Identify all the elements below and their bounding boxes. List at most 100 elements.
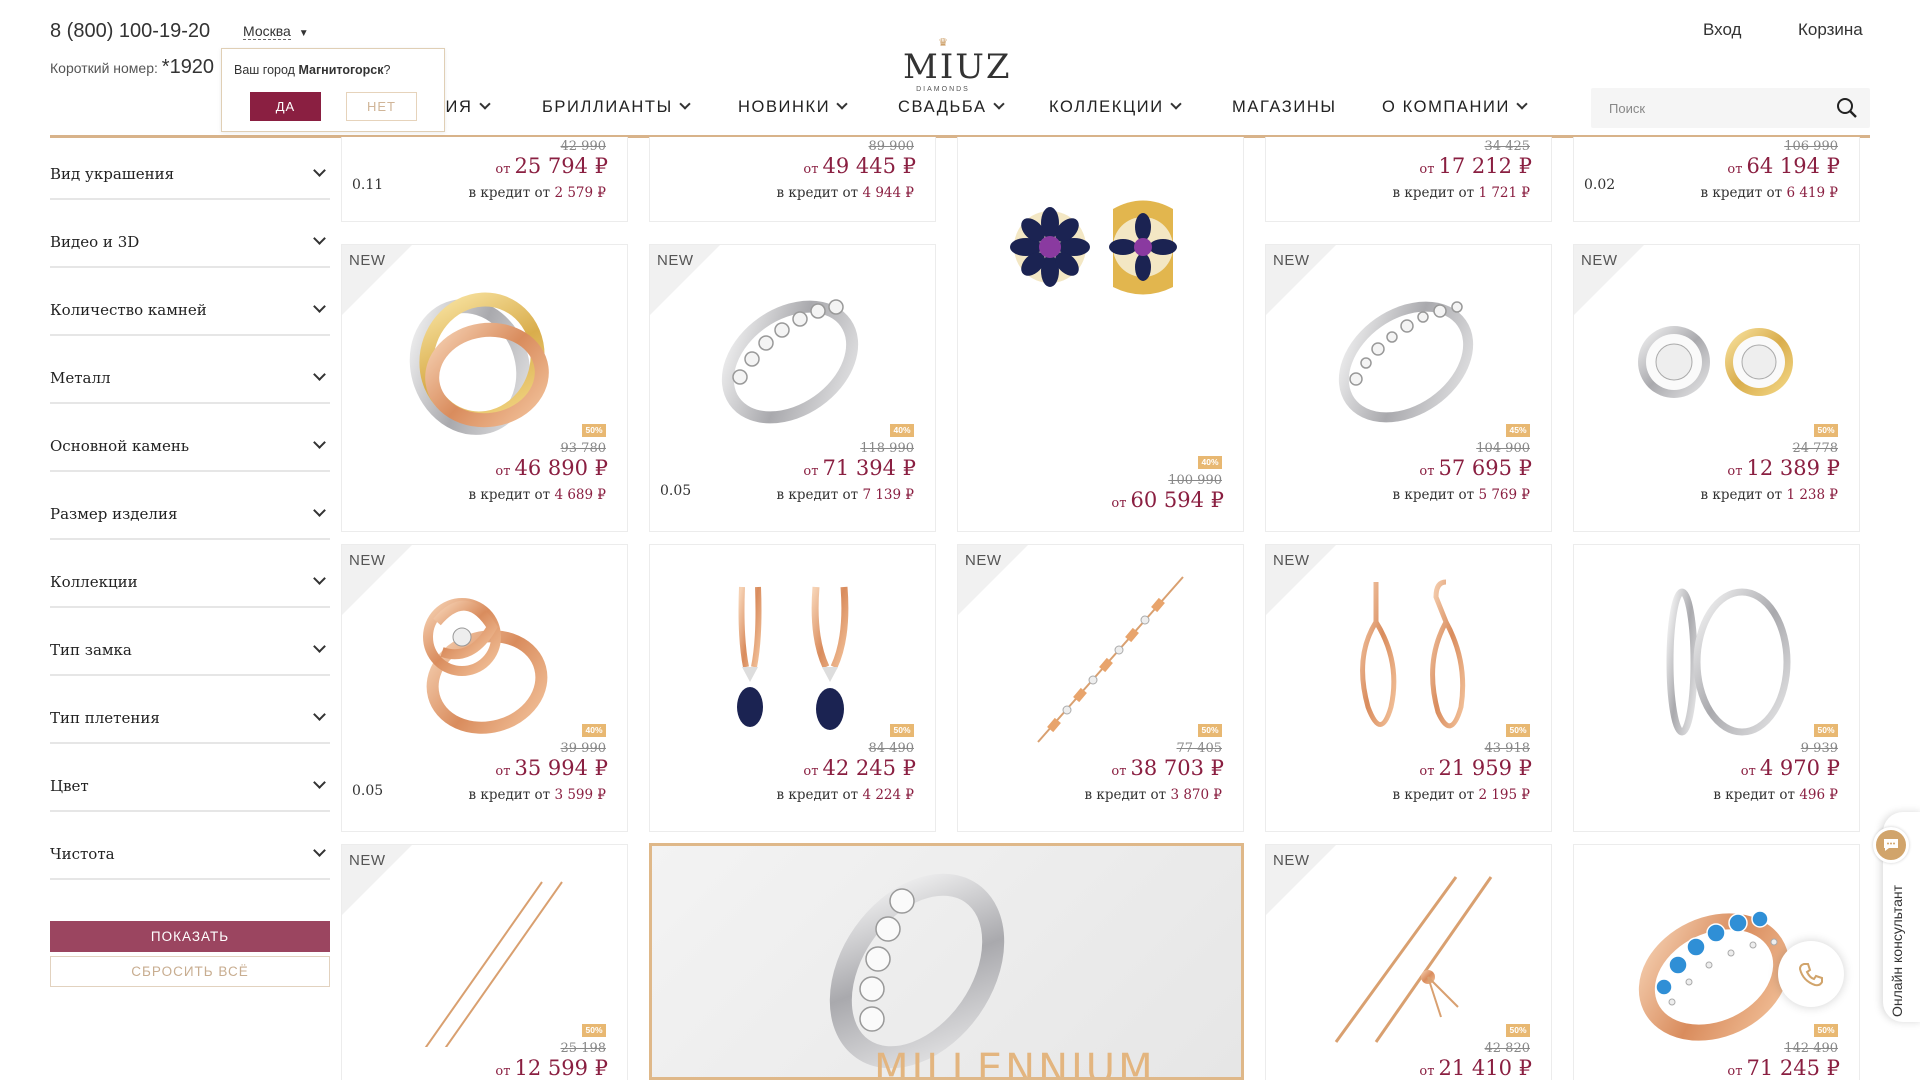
caret-down-icon[interactable]: ▼ (299, 28, 309, 39)
logo-text: MIUZ (903, 47, 1012, 87)
price-from: от (495, 162, 511, 177)
filter-video-3d[interactable]: Видео и 3D (50, 208, 330, 268)
product-card[interactable]: 106 990 от 64 194 ₽ 0.02 в кредит от 6 41… (1573, 137, 1860, 222)
currency: ₽ (1210, 756, 1224, 780)
search-icon[interactable] (1836, 97, 1858, 119)
chevron-down-icon (313, 164, 326, 177)
product-card[interactable]: NEW 45% 104 900 от 57 695 ₽ в кредит от 5… (1265, 244, 1552, 532)
currency: ₽ (902, 756, 916, 780)
millennium-banner[interactable]: MILLENNIUM (649, 843, 1244, 1080)
price-value: 64 194 (1746, 154, 1820, 178)
product-card[interactable]: NEW 50% 24 778 от 12 389 ₽ в кредит от 1 … (1573, 244, 1860, 532)
price-value: 49 445 (822, 154, 896, 178)
credit-label: в кредит от (468, 185, 551, 201)
price-from: от (1419, 1064, 1435, 1079)
old-price: 118 990 (860, 441, 914, 456)
product-card[interactable]: NEW 50% 42 820 от 21 410 ₽ (1265, 844, 1552, 1080)
filter-jewelry-type[interactable]: Вид украшения (50, 140, 330, 200)
city-name[interactable]: Москва (243, 23, 291, 40)
currency: ₽ (1826, 456, 1840, 480)
city-no-button[interactable]: НЕТ (346, 92, 417, 121)
filter-label: Основной камень (50, 437, 189, 455)
price-value: 12 599 (514, 1056, 588, 1080)
price-value: 71 245 (1746, 1056, 1820, 1080)
chevron-down-icon (836, 98, 848, 110)
product-card[interactable]: 34 425 от 17 212 ₽ в кредит от 1 721 ₽ (1265, 137, 1552, 222)
filter-collections[interactable]: Коллекции (50, 548, 330, 608)
currency: ₽ (1829, 787, 1838, 803)
carat-weight: 0.02 (1584, 177, 1616, 193)
nav-label: НОВИНКИ (738, 98, 831, 116)
currency: ₽ (597, 487, 606, 503)
nav-item-collections[interactable]: КОЛЛЕКЦИИ (1049, 98, 1182, 117)
filter-stone-count[interactable]: Количество камней (50, 276, 330, 336)
price: от 60 594 ₽ (1111, 488, 1224, 512)
nav-item-stores[interactable]: МАГАЗИНЫ (1232, 98, 1337, 117)
show-button[interactable]: ПОКАЗАТЬ (50, 921, 330, 952)
discount-badge: 50% (1506, 724, 1530, 737)
credit-value: 1 721 (1478, 185, 1518, 201)
credit-price: в кредит от 4 689 ₽ (469, 487, 606, 503)
product-image-twisted-drop-earrings (1360, 579, 1466, 729)
old-price: 24 778 (1792, 441, 1839, 456)
credit-label: в кредит от (1392, 185, 1475, 201)
search-input[interactable] (1591, 88, 1811, 128)
cart-link[interactable]: Корзина (1798, 20, 1863, 40)
price-from: от (495, 1064, 511, 1079)
price-from: от (1419, 162, 1435, 177)
currency: ₽ (905, 487, 914, 503)
product-card[interactable]: 89 900 от 49 445 ₽ в кредит от 4 944 ₽ (649, 137, 936, 222)
credit-label: в кредит от (468, 787, 551, 803)
filter-metal[interactable]: Металл (50, 344, 330, 404)
chevron-down-icon (992, 98, 1005, 110)
nav-item-about[interactable]: О КОМПАНИИ (1382, 98, 1528, 117)
product-card[interactable]: NEW 50% 43 918 от 21 959 ₽ в кредит от 2 … (1265, 544, 1552, 832)
filter-color[interactable]: Цвет (50, 752, 330, 812)
login-link[interactable]: Вход (1703, 20, 1741, 40)
callback-button[interactable] (1778, 941, 1844, 1007)
chevron-down-icon (679, 98, 691, 110)
phone-number[interactable]: 8 (800) 100-19-20 (50, 20, 210, 43)
nav-item-new[interactable]: НОВИНКИ (738, 98, 848, 117)
filter-size[interactable]: Размер изделия (50, 480, 330, 540)
product-card[interactable]: NEW 50% 77 405 от 38 703 ₽ в кредит от 3 … (957, 544, 1244, 832)
nav-item-diamonds[interactable]: БРИЛЛИАНТЫ (542, 98, 691, 117)
filter-weave-type[interactable]: Тип плетения (50, 684, 330, 744)
chat-icon[interactable] (1873, 827, 1909, 863)
credit-value: 4 224 (862, 787, 902, 803)
product-card[interactable]: 42 990 от 25 794 ₽ 0.11 в кредит от 2 579… (341, 137, 628, 222)
price-from: от (1419, 764, 1435, 779)
currency: ₽ (905, 185, 914, 201)
product-card[interactable]: NEW 40% 118 990 от 71 394 ₽ 0.05 в кредит… (649, 244, 936, 532)
credit-value: 7 139 (862, 487, 902, 503)
product-card[interactable]: NEW 50% 93 780 от 46 890 ₽ в кредит от 4 … (341, 244, 628, 532)
currency: ₽ (1829, 487, 1838, 503)
product-card[interactable]: 50% 84 490 от 42 245 ₽ в кредит от 4 224 … (649, 544, 936, 832)
product-card[interactable]: 40% 100 990 от 60 594 ₽ (957, 137, 1244, 532)
city-selector[interactable]: Москва ▼ (243, 23, 309, 40)
price: от 71 245 ₽ (1727, 1056, 1840, 1080)
price: от 38 703 ₽ (1111, 756, 1224, 780)
filter-clarity[interactable]: Чистота (50, 820, 330, 880)
price-from: от (495, 464, 511, 479)
product-card[interactable]: NEW 40% 39 990 от 35 994 ₽ 0.05 в кредит … (341, 544, 628, 832)
product-image-gold-chain (424, 881, 563, 1047)
logo[interactable]: ♛ MIUZ DIAMONDS (903, 38, 1012, 94)
nav-item-wedding[interactable]: СВАДЬБА (898, 98, 1005, 117)
detected-city: Магнитогорск (298, 63, 384, 77)
credit-price: в кредит от 3 870 ₽ (1085, 787, 1222, 803)
short-number: Короткий номер: *1920 (50, 56, 214, 79)
price-value: 42 245 (822, 756, 896, 780)
old-price: 104 900 (1476, 441, 1530, 456)
discount-badge: 50% (582, 424, 606, 437)
filter-clasp-type[interactable]: Тип замка (50, 616, 330, 676)
old-price: 42 820 (1484, 1041, 1531, 1056)
filter-main-stone[interactable]: Основной камень (50, 412, 330, 472)
price-from: от (803, 464, 819, 479)
city-yes-button[interactable]: ДА (250, 92, 321, 121)
product-card[interactable]: NEW 50% 25 198 от 12 599 ₽ (341, 844, 628, 1080)
product-card[interactable]: 50% 9 939 от 4 970 ₽ в кредит от 496 ₽ (1573, 544, 1860, 832)
filter-label: Коллекции (50, 573, 138, 591)
filter-label: Размер изделия (50, 505, 178, 523)
reset-button[interactable]: СБРОСИТЬ ВСЁ (50, 956, 330, 987)
